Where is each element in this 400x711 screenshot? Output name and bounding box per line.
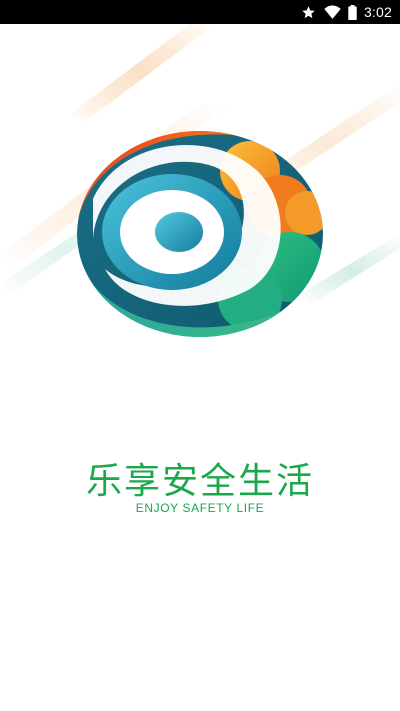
app-logo: [77, 131, 323, 337]
status-bar: 3:02: [0, 0, 400, 24]
wifi-icon: [324, 3, 342, 21]
battery-icon: [348, 3, 358, 21]
slogan-chinese: 乐享安全生活: [85, 461, 314, 502]
clock: 3:02: [363, 4, 392, 20]
splash-screen: 乐享安全生活 ENJOY SAFETY LIFE: [0, 24, 400, 711]
star-icon: [300, 3, 318, 21]
slogan-english: ENJOY SAFETY LIFE: [135, 501, 265, 515]
